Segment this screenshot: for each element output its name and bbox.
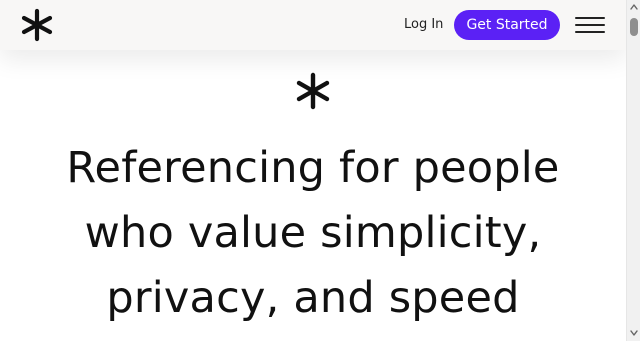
scroll-down-arrow-icon[interactable] <box>630 329 638 337</box>
hero-heading-line: privacy, and speed <box>106 273 520 323</box>
hero-heading-line: Referencing for people <box>66 143 560 193</box>
hamburger-menu-button[interactable] <box>574 14 606 36</box>
menu-line-icon <box>575 31 605 33</box>
asterisk-icon <box>296 72 330 110</box>
asterisk-logo-icon <box>21 8 53 42</box>
top-navigation: Log In Get Started <box>0 0 626 50</box>
browser-viewport: Log In Get Started Referencing for peopl… <box>0 0 640 341</box>
scroll-up-arrow-icon[interactable] <box>630 3 638 11</box>
hero-section: Referencing for people who value simplic… <box>0 50 626 341</box>
menu-line-icon <box>575 17 605 19</box>
log-in-link[interactable]: Log In <box>404 15 443 35</box>
web-page: Log In Get Started Referencing for peopl… <box>0 0 626 341</box>
hero-heading: Referencing for people who value simplic… <box>13 136 613 331</box>
scrollbar-thumb[interactable] <box>630 18 638 36</box>
get-started-button[interactable]: Get Started <box>454 10 560 40</box>
menu-line-icon <box>575 24 605 26</box>
vertical-scrollbar[interactable] <box>626 0 640 341</box>
hero-heading-line: who value simplicity, <box>84 208 542 258</box>
